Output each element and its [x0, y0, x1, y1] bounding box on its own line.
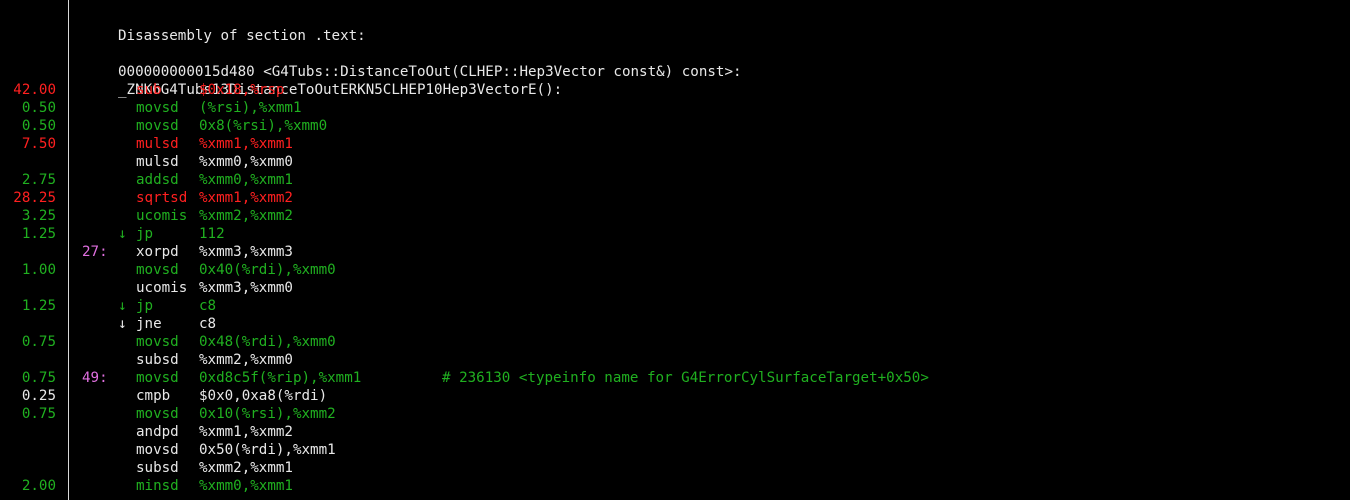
instruction-comment: # 236130 <typeinfo name for G4ErrorCylSu…	[442, 370, 929, 386]
function-symbol: 000000000015d480 <G4Tubs::DistanceToOut(…	[118, 64, 742, 80]
jump-label: 27:	[82, 244, 108, 260]
instruction-mnemonic: movsd	[136, 100, 179, 116]
jump-arrow-icon: ↓	[118, 316, 127, 332]
instruction-mnemonic: minsd	[136, 478, 179, 494]
sample-percent: 0.75	[21, 334, 56, 350]
sample-percent: 28.25	[13, 190, 56, 206]
sample-percent: 0.50	[21, 100, 56, 116]
instruction-mnemonic: xorpd	[136, 244, 179, 260]
instruction-operands: %xmm3,%xmm3	[199, 244, 293, 260]
instruction-mnemonic: jne	[136, 316, 162, 332]
instruction-operands: %xmm0,%xmm1	[199, 172, 293, 188]
sample-percent: 1.25	[21, 226, 56, 242]
jump-label: 49:	[82, 370, 108, 386]
instruction-operands: $0x18,%rsp	[199, 82, 285, 98]
sample-percent: 3.25	[21, 208, 56, 224]
section-title: Disassembly of section .text:	[118, 28, 366, 44]
instruction-mnemonic: jp	[136, 298, 154, 314]
instruction-operands: %xmm1,%xmm2	[199, 190, 293, 206]
instruction-mnemonic: sub	[136, 82, 162, 98]
jump-arrow-icon: ↓	[118, 226, 127, 242]
jump-arrow-icon: ↓	[118, 298, 127, 314]
instruction-operands: %xmm2,%xmm1	[199, 460, 293, 476]
instruction-mnemonic: andpd	[136, 424, 179, 440]
sample-percent: 0.75	[21, 370, 56, 386]
sample-percent: 0.75	[21, 406, 56, 422]
mangled-symbol: _ZNK6G4Tubs13DistanceToOutERKN5CLHEP10He…	[118, 82, 563, 98]
sample-percent: 0.25	[21, 388, 56, 404]
instruction-operands: c8	[199, 298, 217, 314]
instruction-mnemonic: cmpb	[136, 388, 171, 404]
sample-percent: 1.00	[21, 262, 56, 278]
symbol-header-row: 000000000015d480 <G4Tubs::DistanceToOut(…	[0, 45, 742, 80]
gutter-divider	[68, 0, 69, 500]
instruction-operands: %xmm3,%xmm0	[199, 280, 293, 296]
instruction-operands: %xmm1,%xmm1	[199, 136, 293, 152]
instruction-mnemonic: movsd	[136, 262, 179, 278]
sample-percent: 7.50	[21, 136, 56, 152]
instruction-operands: $0x0,0xa8(%rdi)	[199, 388, 328, 404]
instruction-operands: %xmm1,%xmm2	[199, 424, 293, 440]
instruction-operands: %xmm2,%xmm0	[199, 352, 293, 368]
instruction-mnemonic: ucomis	[136, 208, 188, 224]
sample-percent: 2.75	[21, 172, 56, 188]
instruction-mnemonic: ucomis	[136, 280, 188, 296]
mangled-name-row: _ZNK6G4Tubs13DistanceToOutERKN5CLHEP10He…	[0, 63, 562, 98]
instruction-operands: 0x50(%rdi),%xmm1	[199, 442, 336, 458]
instruction-mnemonic: mulsd	[136, 136, 179, 152]
instruction-mnemonic: movsd	[136, 370, 179, 386]
section-header-row: Disassembly of section .text:	[0, 9, 366, 44]
instruction-mnemonic: mulsd	[136, 154, 179, 170]
instruction-operands: 0x48(%rdi),%xmm0	[199, 334, 336, 350]
instruction-mnemonic: movsd	[136, 118, 179, 134]
instruction-operands: %xmm0,%xmm1	[199, 478, 293, 494]
perf-annotate-view: Disassembly of section .text: 0000000000…	[0, 0, 1350, 500]
instruction-mnemonic: subsd	[136, 460, 179, 476]
instruction-operands: (%rsi),%xmm1	[199, 100, 302, 116]
instruction-operands: c8	[199, 316, 217, 332]
instruction-operands: 0xd8c5f(%rip),%xmm1	[199, 370, 362, 386]
instruction-mnemonic: jp	[136, 226, 154, 242]
sample-percent: 1.25	[21, 298, 56, 314]
instruction-mnemonic: addsd	[136, 172, 179, 188]
sample-percent: 42.00	[13, 82, 56, 98]
instruction-mnemonic: sqrtsd	[136, 190, 188, 206]
instruction-mnemonic: movsd	[136, 406, 179, 422]
instruction-operands: 0x40(%rdi),%xmm0	[199, 262, 336, 278]
sample-percent: 2.00	[21, 478, 56, 494]
instruction-mnemonic: movsd	[136, 334, 179, 350]
instruction-mnemonic: movsd	[136, 442, 179, 458]
instruction-mnemonic: subsd	[136, 352, 179, 368]
instruction-operands: 112	[199, 226, 225, 242]
instruction-operands: %xmm0,%xmm0	[199, 154, 293, 170]
instruction-operands: %xmm2,%xmm2	[199, 208, 293, 224]
sample-percent: 0.50	[21, 118, 56, 134]
instruction-operands: 0x10(%rsi),%xmm2	[199, 406, 336, 422]
instruction-operands: 0x8(%rsi),%xmm0	[199, 118, 328, 134]
